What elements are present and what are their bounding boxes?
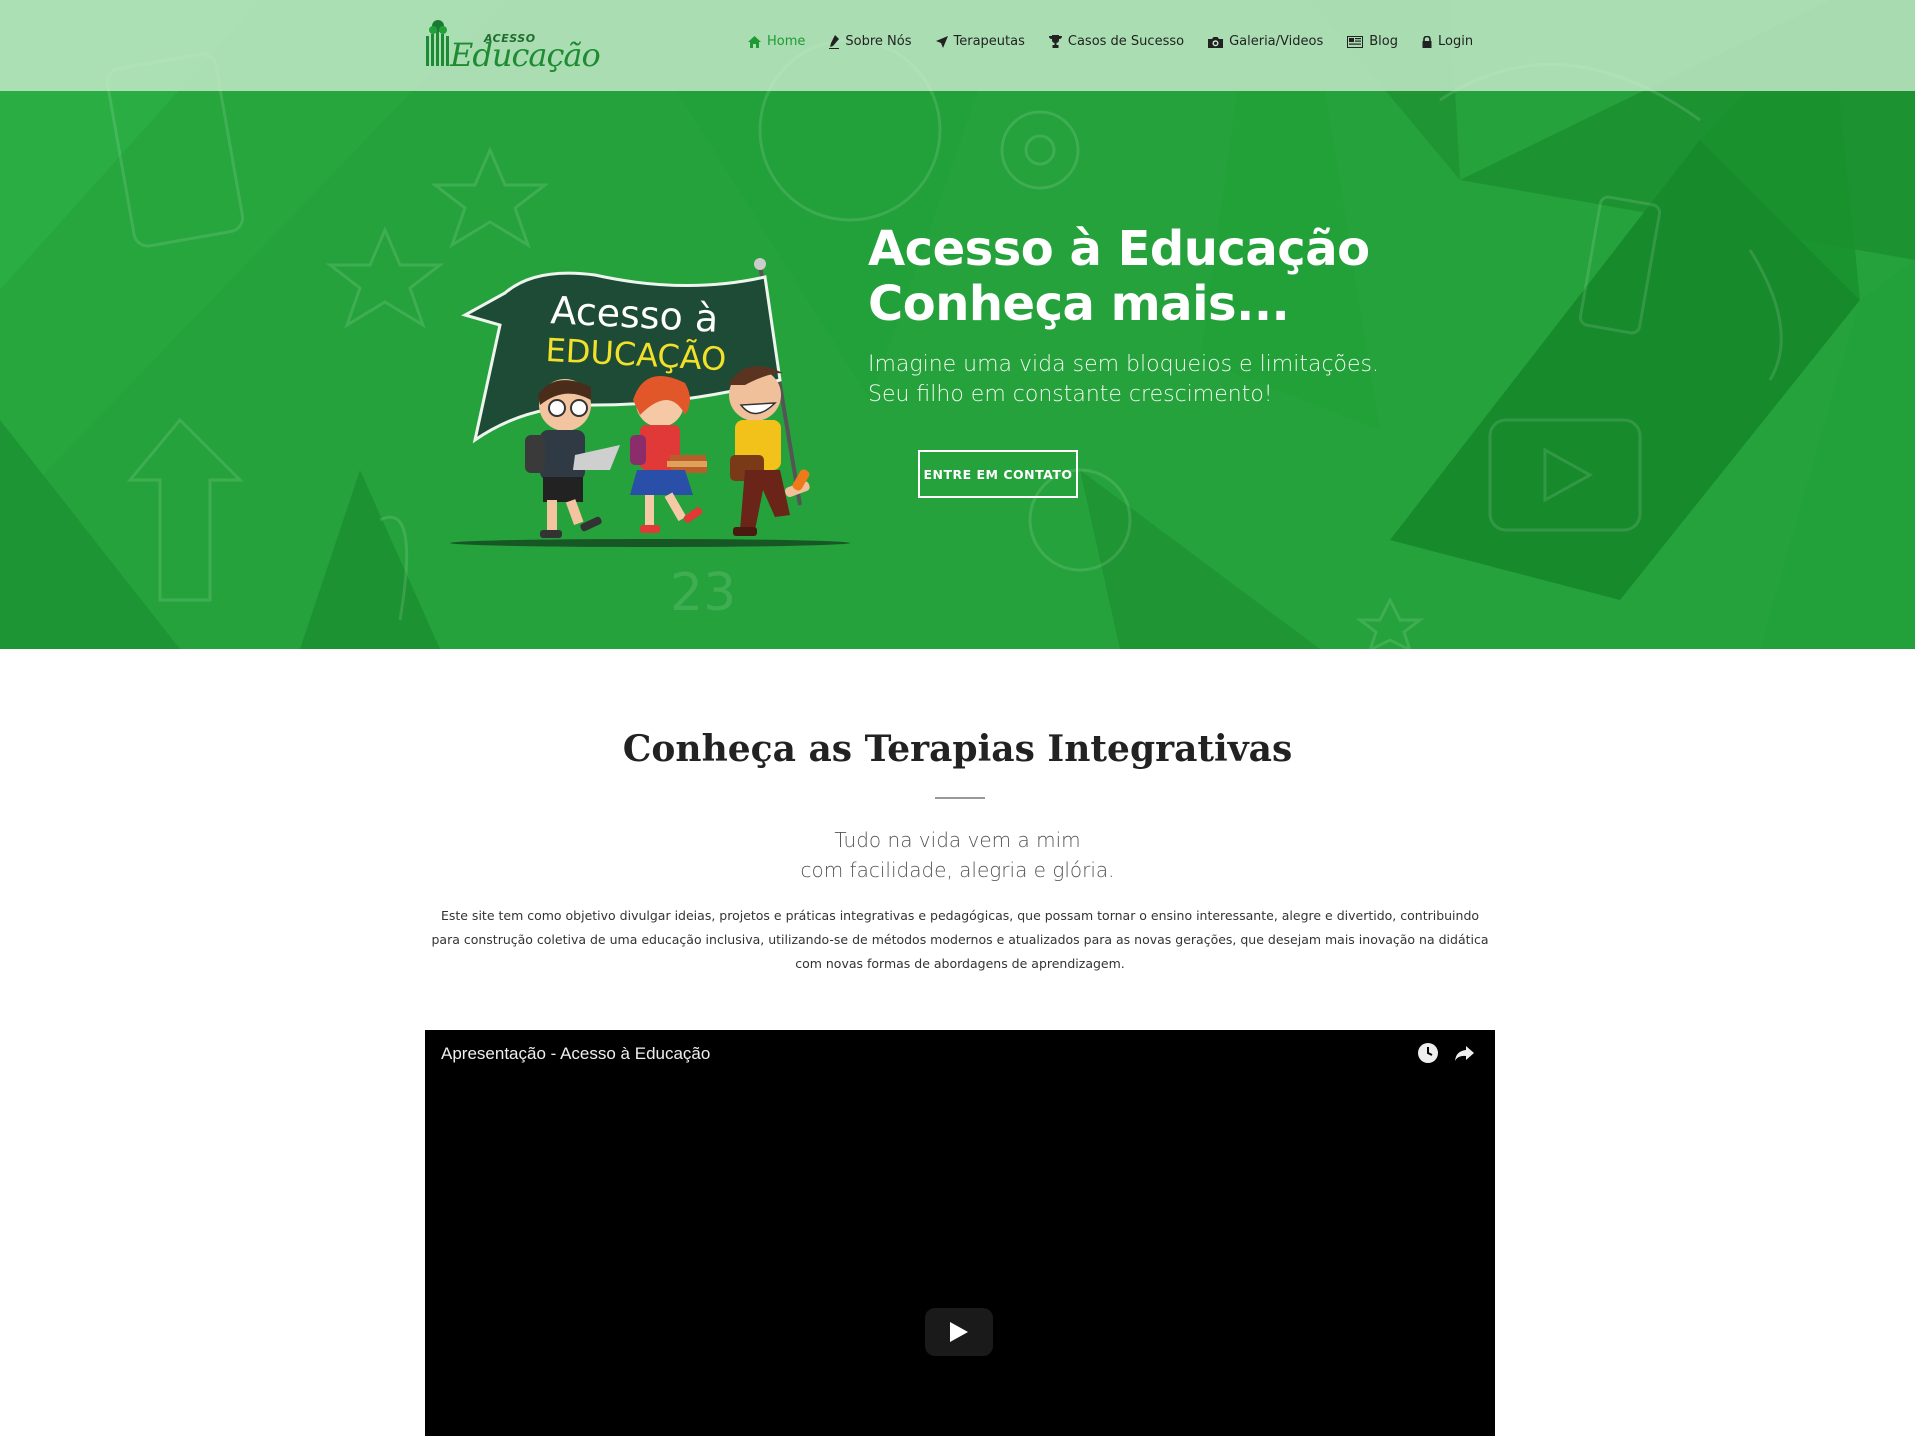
hero-subtitle-line1: Imagine uma vida sem bloqueios e limitaç…: [868, 352, 1379, 377]
top-navbar: ACESSO Educação Home Sobre Nós Terapeuta…: [0, 0, 1915, 91]
play-icon: [950, 1322, 968, 1342]
nav-item-label: Sobre Nós: [845, 34, 912, 49]
nav-item-label: Terapeutas: [953, 34, 1025, 49]
video-actions: [1417, 1042, 1475, 1064]
camera-icon: [1208, 36, 1224, 48]
title-divider: [935, 797, 985, 799]
home-icon: [748, 35, 761, 48]
hero-title-line2: Conheça mais...: [868, 276, 1290, 332]
nav-item-label: Galeria/Videos: [1229, 34, 1324, 49]
tagline-line1: Tudo na vida vem a mim: [834, 828, 1081, 852]
nav-item-label: Login: [1437, 34, 1474, 49]
lock-icon: [1422, 35, 1432, 48]
svg-text:23: 23: [670, 563, 736, 623]
video-title[interactable]: Apresentação - Acesso à Educação: [441, 1044, 710, 1064]
nav-item-galeria-videos[interactable]: Galeria/Videos: [1208, 34, 1323, 49]
site-logo[interactable]: ACESSO Educação: [424, 16, 601, 74]
kid-with-books: [630, 375, 707, 533]
watch-later-icon[interactable]: [1417, 1042, 1439, 1064]
nav-item-label: Blog: [1369, 34, 1398, 49]
share-icon[interactable]: [1453, 1042, 1475, 1064]
logo-text-main: Educação: [450, 36, 601, 74]
video-play-button[interactable]: [925, 1308, 993, 1356]
kid-with-bag: [728, 366, 810, 536]
newspaper-icon: [1347, 35, 1364, 48]
pen-icon: [829, 34, 840, 49]
video-player[interactable]: Apresentação - Acesso à Educação: [425, 1030, 1495, 1436]
hero-title-line1: Acesso à Educação: [868, 221, 1370, 277]
section-tagline: Tudo na vida vem a mim com facilidade, a…: [0, 825, 1915, 885]
nav-item-label: Home: [767, 34, 806, 49]
hero-subtitle: Imagine uma vida sem bloqueios e limitaç…: [868, 350, 1379, 410]
nav-item-login[interactable]: Login: [1422, 34, 1473, 49]
page: 23 ACESSO Educação Home Sobre Nós Terape…: [0, 0, 1915, 1436]
nav-item-label: Casos de Sucesso: [1067, 34, 1185, 49]
section-body-text: Este site tem como objetivo divulgar ide…: [431, 908, 1489, 971]
hero-title: Acesso à Educação Conheça mais...: [868, 222, 1370, 332]
hero-subtitle-line2: Seu filho em constante crescimento!: [868, 382, 1273, 407]
hero-section: 23 ACESSO Educação Home Sobre Nós Terape…: [0, 0, 1915, 649]
nav-item-sobre-nos[interactable]: Sobre Nós: [829, 34, 912, 49]
tagline-line2: com facilidade, alegria e glória.: [800, 858, 1115, 882]
nav-item-terapeutas[interactable]: Terapeutas: [935, 34, 1025, 49]
main-menu: Home Sobre Nós Terapeutas Casos de Suces…: [748, 34, 1497, 49]
nav-item-casos-de-sucesso[interactable]: Casos de Sucesso: [1048, 34, 1185, 49]
send-icon: [935, 35, 948, 48]
section-title: Conheça as Terapias Integrativas: [622, 728, 1293, 770]
hero-illustration: Acesso à EDUCAÇÃO: [450, 258, 850, 547]
contact-cta-button[interactable]: ENTRE EM CONTATO: [918, 450, 1078, 498]
nav-item-blog[interactable]: Blog: [1347, 34, 1398, 49]
nav-item-home[interactable]: Home: [748, 34, 805, 49]
trophy-icon: [1048, 35, 1062, 48]
